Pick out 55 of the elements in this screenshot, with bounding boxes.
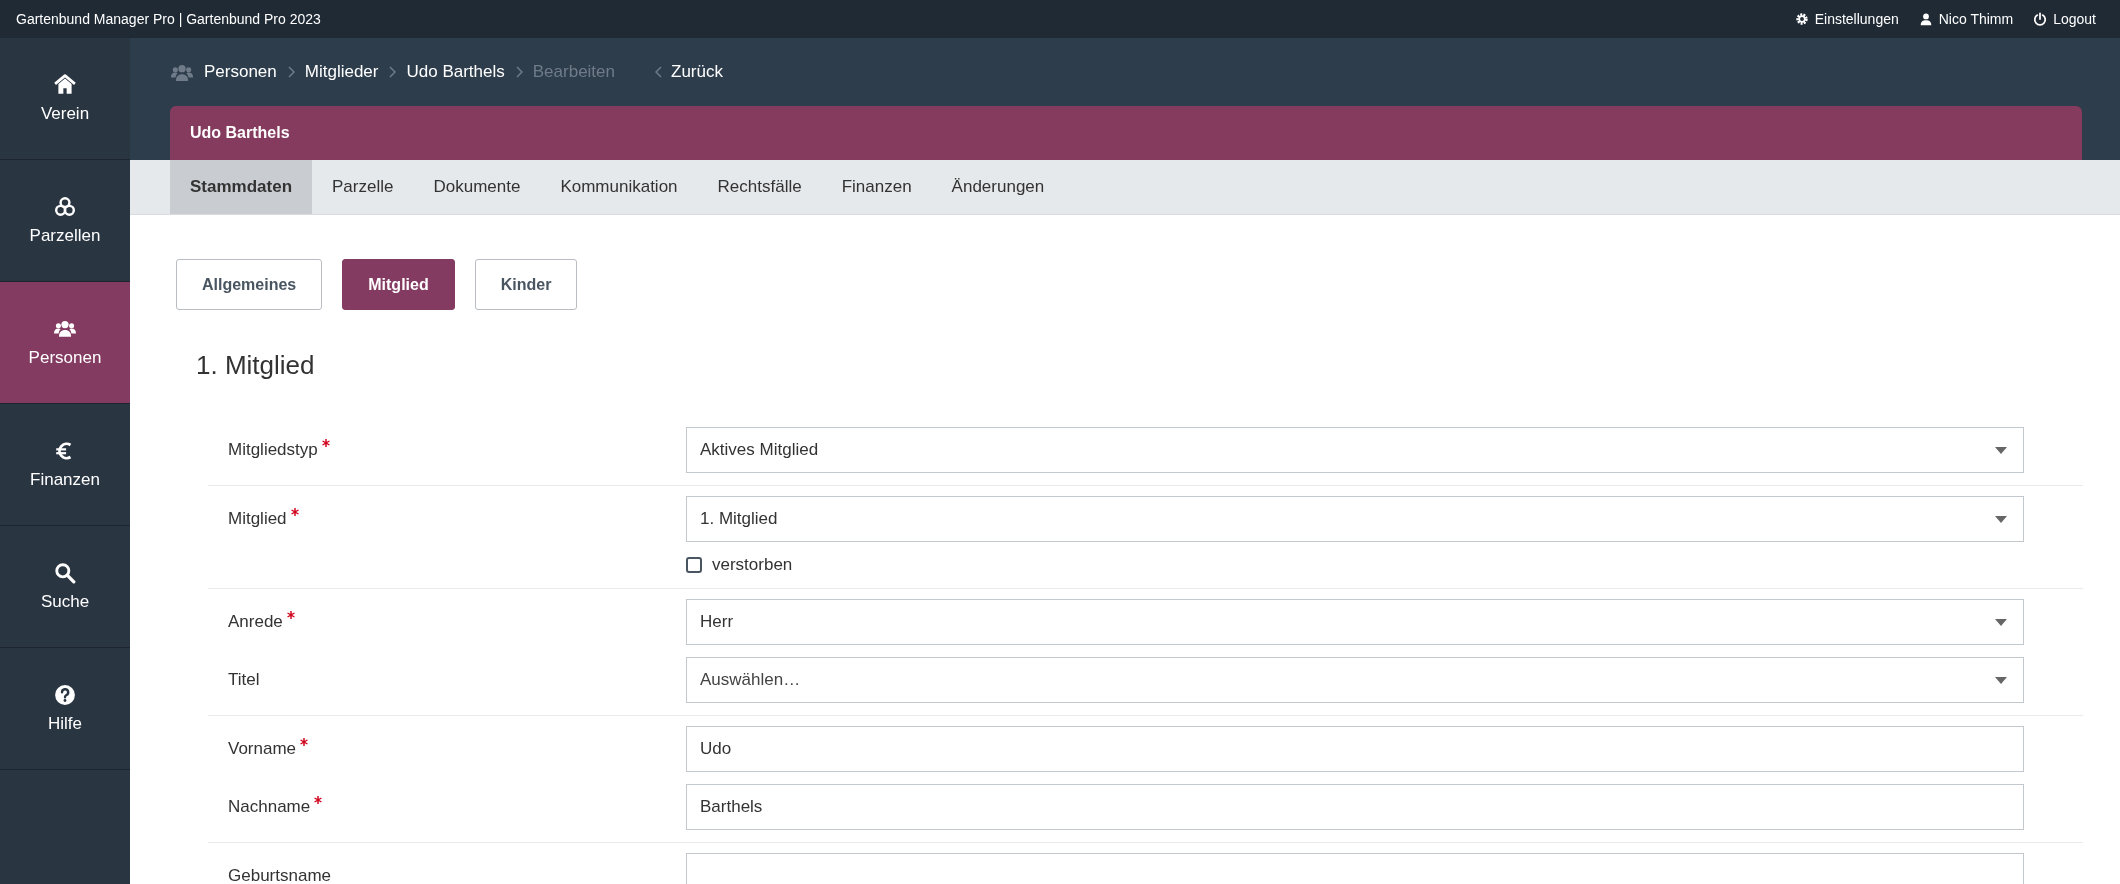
sidebar-item[interactable]: Hilfe (0, 648, 130, 770)
select-field[interactable]: Herr (686, 599, 2024, 645)
tab[interactable]: Dokumente (413, 160, 541, 214)
sidebar-item[interactable]: Suche (0, 526, 130, 648)
input-field[interactable]: Udo (686, 726, 2024, 772)
record-title-bar: Udo Barthels (170, 106, 2082, 160)
field-label: Geburtsname (228, 865, 331, 884)
tab[interactable]: Parzelle (312, 160, 414, 214)
search-icon (54, 561, 76, 584)
select-field[interactable]: 1. Mitglied (686, 496, 2024, 542)
top-bar-link[interactable]: Logout (2033, 11, 2096, 27)
section-button[interactable]: Kinder (474, 259, 578, 310)
select-field[interactable]: Aktives Mitglied (686, 427, 2024, 473)
field-label: Titel (228, 669, 260, 691)
tab[interactable]: Stammdaten (170, 160, 313, 214)
power-icon (2033, 12, 2048, 26)
tab[interactable]: Änderungen (931, 160, 1065, 214)
tab[interactable]: Rechtsfälle (697, 160, 822, 214)
chevron-right-icon (388, 66, 397, 78)
top-bar-link[interactable]: Einstellungen (1794, 11, 1899, 27)
field-label: Vorname (228, 738, 297, 760)
chevron-right-icon (286, 66, 295, 78)
people-icon (170, 62, 194, 82)
chevron-left-icon (655, 66, 663, 78)
field-label: Mitgliedstyp (228, 439, 318, 461)
app-title: Gartenbund Manager Pro | Gartenbund Pro 2023 (16, 11, 321, 27)
sidebar-item[interactable]: Personen (0, 282, 130, 404)
breadcrumb-link[interactable]: Udo Barthels (406, 62, 505, 82)
sidebar-item[interactable]: Finanzen (0, 404, 130, 526)
field-label: Mitglied (228, 508, 287, 530)
tab[interactable]: Finanzen (821, 160, 932, 214)
checkbox[interactable] (686, 557, 702, 573)
section-button[interactable]: Allgemeines (176, 259, 323, 310)
settings-icon (1794, 12, 1809, 26)
breadcrumb-link[interactable]: Mitglieder (304, 62, 379, 82)
caret-down-icon (1995, 446, 2007, 454)
chevron-right-icon (514, 66, 523, 78)
user-icon (1918, 12, 1933, 26)
back-link[interactable]: Zurück (655, 62, 723, 82)
breadcrumb-link[interactable]: Personen (204, 62, 277, 82)
select-field[interactable]: Auswählen… (686, 657, 2024, 703)
caret-down-icon (1995, 676, 2007, 684)
section-button[interactable]: Mitglied (342, 259, 455, 310)
field-label: Anrede (228, 611, 283, 633)
top-bar-link[interactable]: Nico Thimm (1918, 11, 2014, 27)
circles-icon (54, 195, 76, 218)
checkbox-label: verstorben (712, 555, 793, 575)
input-field[interactable]: Barthels (686, 784, 2024, 830)
caret-down-icon (1995, 618, 2007, 626)
field-label: Nachname (228, 796, 311, 818)
help-icon (54, 683, 76, 706)
home-icon (54, 73, 76, 96)
caret-down-icon (1995, 515, 2007, 523)
section-heading: 1. Mitglied (196, 350, 316, 381)
tab[interactable]: Kommunikation (540, 160, 698, 214)
